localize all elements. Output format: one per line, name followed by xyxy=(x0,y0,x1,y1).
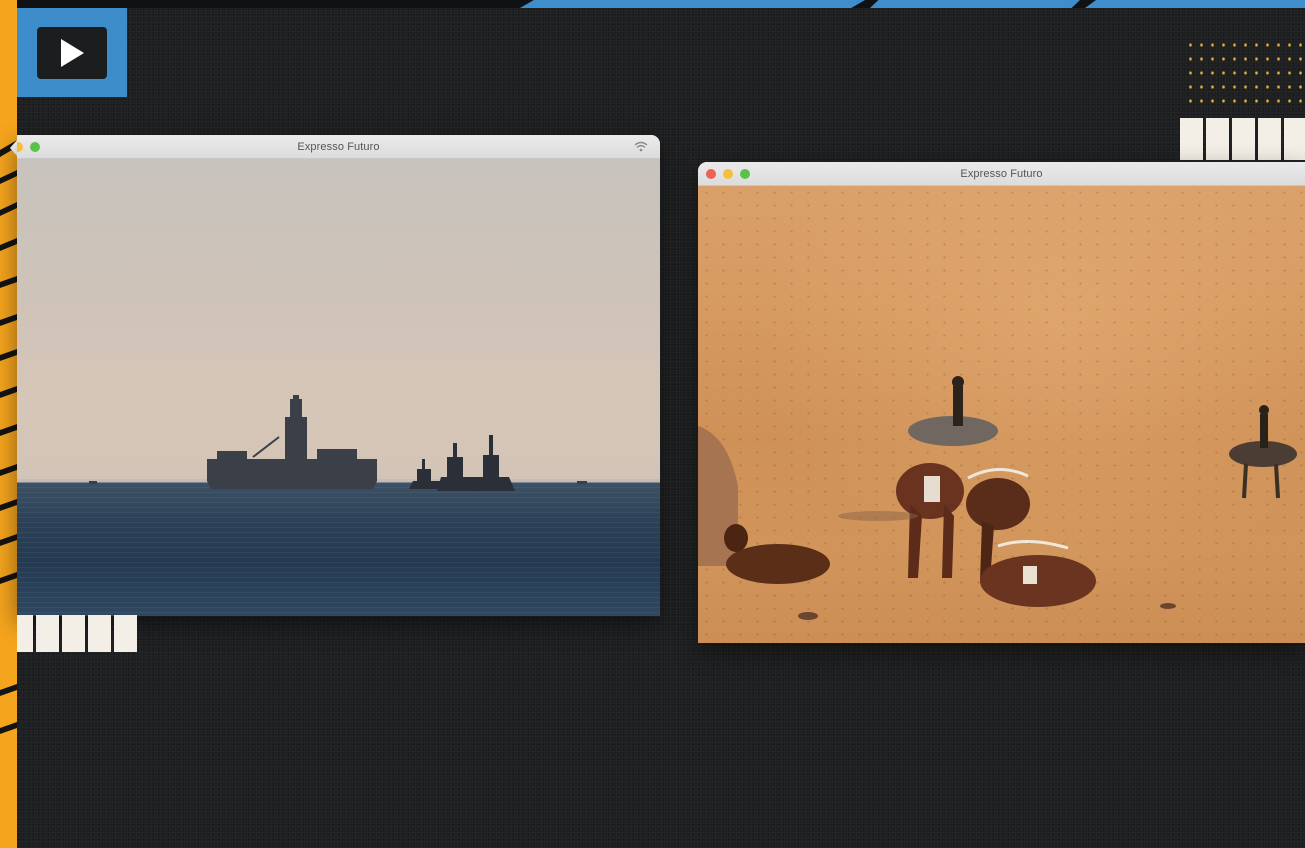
app-window-sea: Expresso Futuro xyxy=(17,135,660,616)
window-title: Expresso Futuro xyxy=(960,167,1043,180)
play-button-inner xyxy=(37,26,107,79)
film-cell xyxy=(1232,118,1255,160)
film-cell xyxy=(114,615,137,652)
window-content-desert xyxy=(698,186,1305,643)
window-titlebar[interactable]: Expresso Futuro xyxy=(698,162,1305,186)
video-frame: Expresso Futuro Expresso Futuro xyxy=(0,0,1305,848)
film-cell xyxy=(36,615,59,652)
window-controls xyxy=(17,142,40,152)
wifi-icon xyxy=(634,141,648,152)
close-button[interactable] xyxy=(706,169,716,179)
left-decorative-stripe xyxy=(0,0,17,848)
minimize-button[interactable] xyxy=(723,169,733,179)
film-cell xyxy=(62,615,85,652)
window-title: Expresso Futuro xyxy=(297,140,380,153)
minimize-button[interactable] xyxy=(17,142,23,152)
ships-illustration xyxy=(17,395,660,491)
zoom-button[interactable] xyxy=(30,142,40,152)
film-cell xyxy=(1180,118,1203,160)
play-button[interactable] xyxy=(17,8,127,97)
window-controls xyxy=(706,169,750,179)
play-icon xyxy=(61,38,84,67)
top-blue-band xyxy=(1085,0,1305,8)
top-blue-band xyxy=(870,0,1080,8)
film-cell xyxy=(1258,118,1281,160)
app-window-desert: Expresso Futuro xyxy=(698,162,1305,643)
film-strip xyxy=(17,615,137,652)
window-titlebar[interactable]: Expresso Futuro xyxy=(17,135,660,159)
film-cell xyxy=(1206,118,1229,160)
window-content-sea xyxy=(17,159,660,616)
film-cell xyxy=(17,615,33,652)
dots-pattern xyxy=(1185,38,1305,104)
cattle-illustration xyxy=(698,376,1297,620)
film-cell xyxy=(88,615,111,652)
film-cell xyxy=(1284,118,1305,160)
zoom-button[interactable] xyxy=(740,169,750,179)
film-strip xyxy=(1180,118,1305,160)
top-blue-band xyxy=(520,0,865,8)
